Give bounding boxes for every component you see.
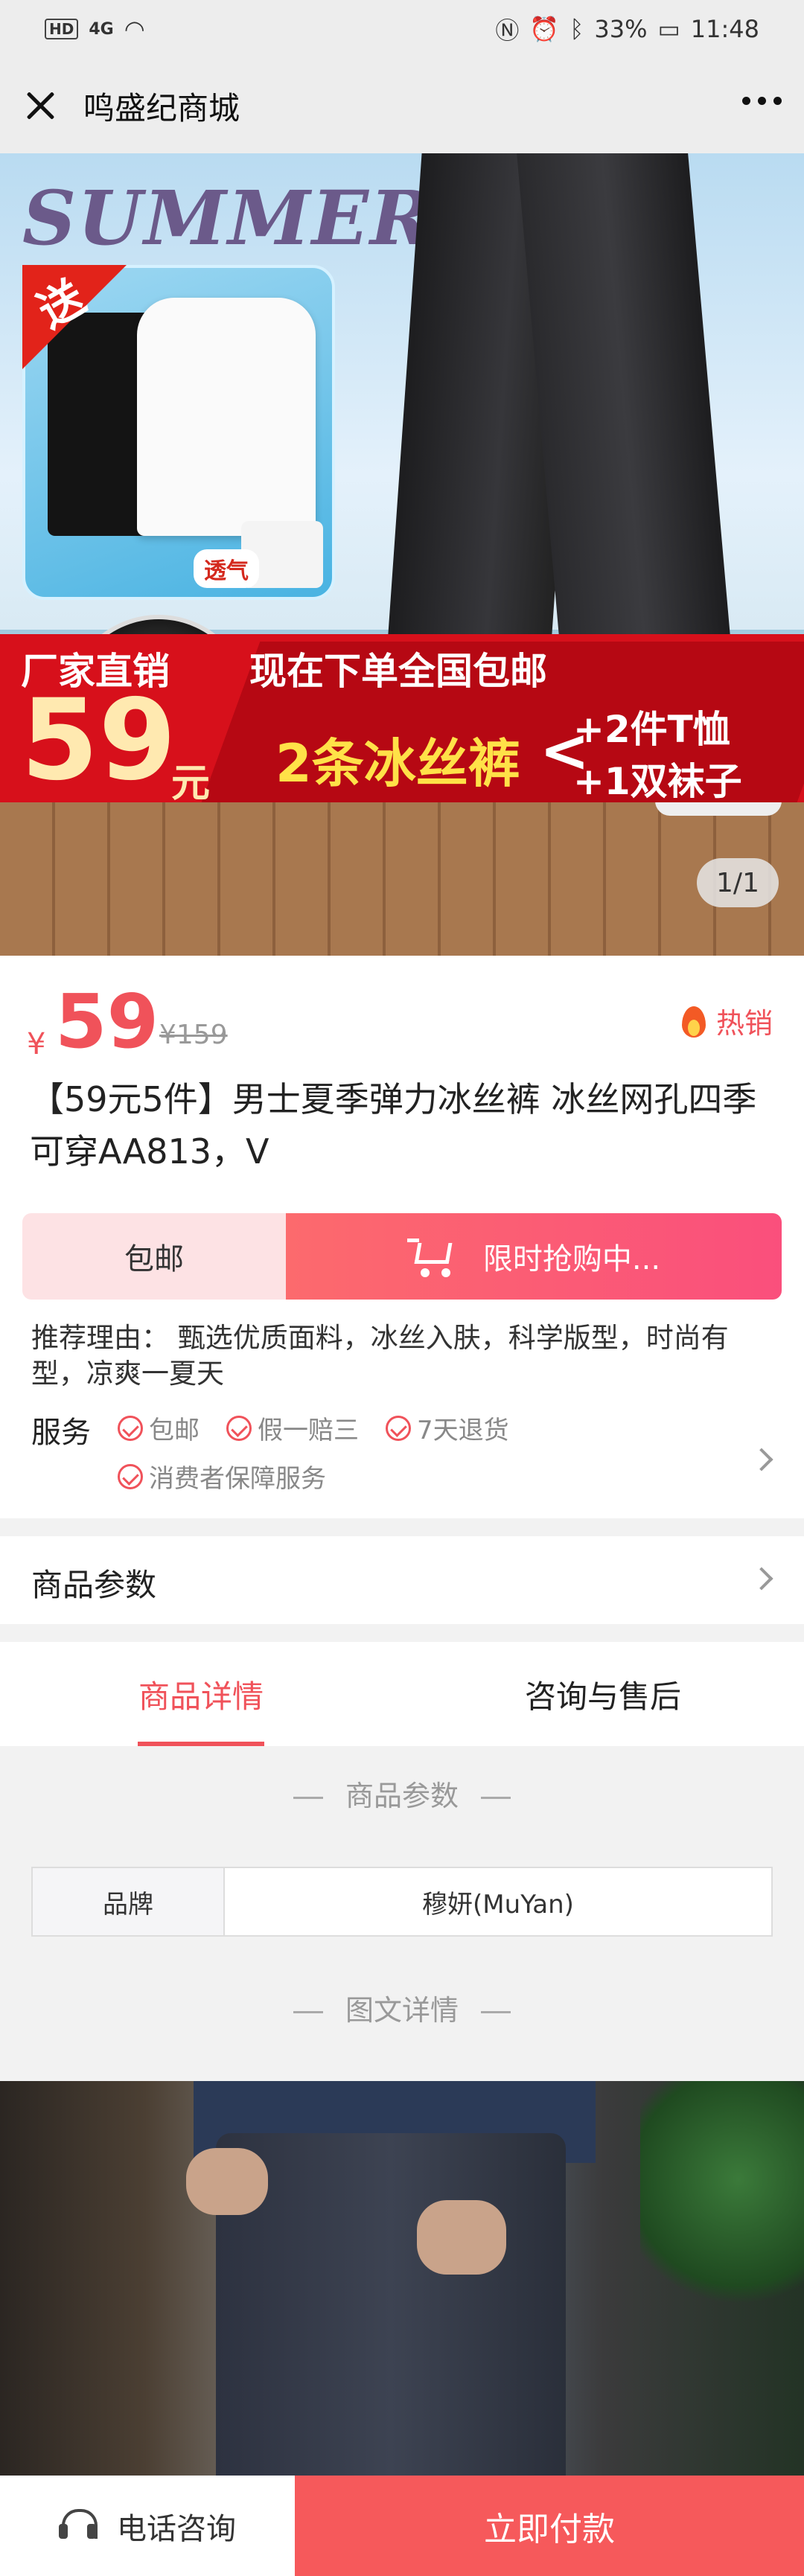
recommend-reason: 推荐理由： 甄选优质面料，冰丝入肤，科学版型，时尚有型，凉爽一夏天: [31, 1322, 729, 1390]
original-price: ¥159: [159, 1020, 228, 1050]
status-bar: HD 4G ◠ Ⓝ ⏰ ᛒ 33% ▭ 11:48: [0, 0, 804, 58]
service-item: 假一赔三: [226, 1410, 359, 1446]
status-left: HD 4G ◠: [45, 15, 145, 43]
hot-label: 热销: [715, 1007, 773, 1040]
services-list[interactable]: 包邮 假一赔三 7天退货 消费者保障服务: [118, 1410, 713, 1495]
section-title-params-text: 商品参数: [345, 1780, 459, 1812]
param-value: 穆妍(MuYan): [422, 1889, 574, 1920]
section-title-params: 商品参数: [0, 1773, 804, 1814]
promo-plus-socks: +1双袜子: [573, 760, 742, 803]
bottom-action-bar: 电话咨询 立即付款: [0, 2476, 804, 2576]
signal-icon: 4G: [89, 19, 114, 39]
service-item: 消费者保障服务: [118, 1458, 326, 1495]
carousel-page-indicator: 1/1: [697, 858, 779, 907]
bluetooth-icon: ᛒ: [570, 15, 584, 43]
current-price: 59: [55, 978, 159, 1065]
service-label: 包邮: [149, 1416, 200, 1445]
product-title: 【59元5件】男士夏季弹力冰丝裤 冰丝网孔四季可穿AA813，V: [30, 1079, 757, 1172]
detail-tabs: 商品详情 咨询与售后: [0, 1642, 804, 1746]
photo-plant: [640, 2081, 804, 2327]
flash-sale-label: 限时抢购中...: [482, 1242, 661, 1276]
photo-pants: [216, 2133, 566, 2476]
check-circle-icon: [386, 1415, 411, 1441]
service-item: 7天退货: [386, 1410, 509, 1446]
param-table-row: 品牌 穆妍(MuYan): [31, 1867, 773, 1937]
phone-consult-label: 电话咨询: [117, 2511, 236, 2546]
tab-product-detail[interactable]: 商品详情: [0, 1642, 402, 1746]
service-label: 消费者保障服务: [149, 1464, 326, 1494]
purchase-button-row: 包邮 限时抢购中...: [22, 1213, 782, 1300]
promo-pants-count: 2条冰丝裤: [275, 733, 520, 794]
status-right: Ⓝ ⏰ ᛒ 33% ▭ 11:48: [495, 12, 759, 46]
page-title: 鸣盛纪商城: [83, 89, 240, 127]
photo-hand-left: [186, 2148, 268, 2215]
promo-price-unit: 元: [171, 761, 211, 806]
section-title-detail-text: 图文详情: [345, 1994, 459, 2027]
headset-icon: [59, 2508, 98, 2545]
detail-photo: [0, 2081, 804, 2476]
more-icon[interactable]: [742, 97, 782, 105]
service-item: 包邮: [118, 1410, 200, 1446]
params-label: 商品参数: [31, 1567, 157, 1603]
param-key: 品牌: [33, 1868, 225, 1935]
white-tshirt-image: [137, 298, 316, 536]
services-label: 服务: [31, 1416, 91, 1450]
app-header: 鸣盛纪商城: [0, 58, 804, 153]
service-label: 假一赔三: [258, 1416, 359, 1445]
battery-icon: ▭: [657, 15, 680, 43]
promo-plus-tshirts: +2件T恤: [573, 708, 730, 751]
product-banner[interactable]: SUMMER 送 透气 厂家直销 现在下单全国包邮 59 元 2条冰丝裤 < +…: [0, 153, 804, 956]
nfc-icon: Ⓝ: [495, 16, 520, 45]
chevron-right-icon[interactable]: [750, 1448, 773, 1471]
cart-icon: [406, 1236, 456, 1277]
free-shipping-button[interactable]: 包邮: [22, 1213, 286, 1300]
summer-text: SUMMER: [22, 174, 434, 262]
check-circle-icon: [118, 1463, 143, 1489]
promo-price: 59: [21, 676, 176, 805]
battery-percent: 33%: [594, 15, 648, 43]
chevron-right-icon: [750, 1567, 773, 1591]
hd-indicator: HD: [45, 19, 79, 39]
product-params-row[interactable]: 商品参数: [0, 1536, 804, 1624]
breathable-tag: 透气: [194, 549, 259, 588]
photo-hand-right: [417, 2200, 506, 2275]
product-info: ¥ 59 ¥159 热销 【59元5件】男士夏季弹力冰丝裤 冰丝网孔四季可穿AA…: [0, 956, 804, 1518]
wifi-icon: ◠: [124, 15, 145, 43]
flash-sale-button[interactable]: 限时抢购中...: [286, 1213, 782, 1300]
close-icon[interactable]: [22, 88, 58, 124]
hot-badge: 热销: [679, 1000, 773, 1041]
check-circle-icon: [118, 1415, 143, 1441]
currency-symbol: ¥: [27, 1027, 46, 1061]
alarm-icon: ⏰: [529, 15, 560, 43]
clock: 11:48: [690, 15, 759, 43]
check-circle-icon: [226, 1415, 252, 1441]
section-title-detail: 图文详情: [0, 1987, 804, 2028]
tab-consult-aftersales[interactable]: 咨询与售后: [402, 1642, 804, 1746]
pay-now-button[interactable]: 立即付款: [295, 2476, 804, 2576]
phone-consult-button[interactable]: 电话咨询: [0, 2476, 295, 2576]
service-label: 7天退货: [417, 1416, 509, 1445]
promo-order-now: 现在下单全国包邮: [249, 650, 547, 693]
flame-icon: [679, 1002, 709, 1041]
